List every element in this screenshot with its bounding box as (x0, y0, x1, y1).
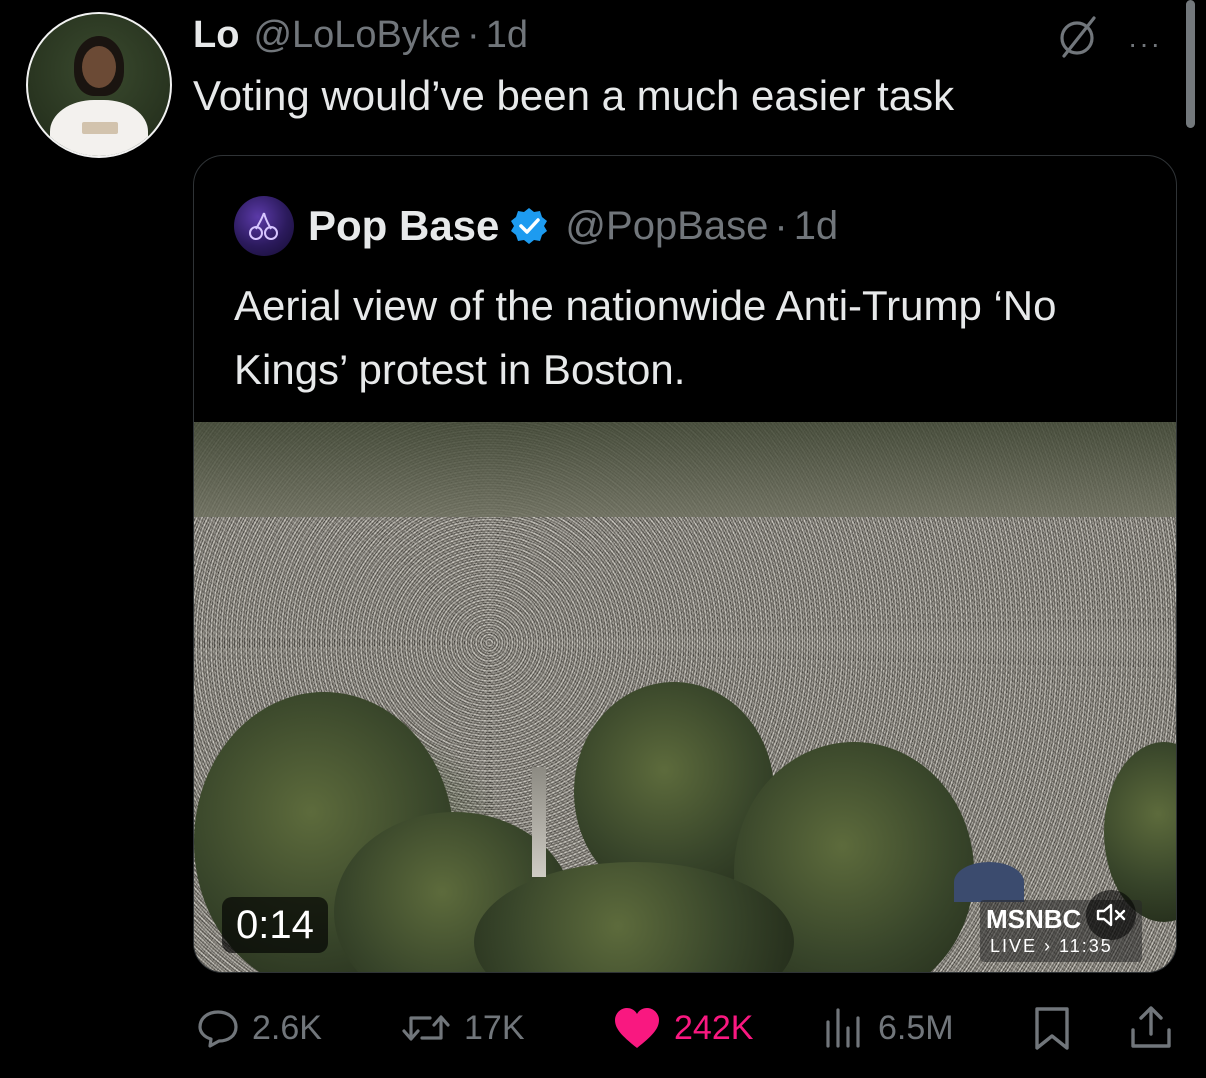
reply-button[interactable]: 2.6K (196, 1000, 322, 1056)
video-duration: 0:14 (222, 897, 328, 953)
video-monument (532, 767, 546, 877)
author-avatar[interactable] (26, 12, 172, 158)
like-button[interactable]: 242K (612, 1000, 753, 1056)
video-player[interactable]: 0:14 MSNBC LIVE › 11:35 (194, 422, 1176, 972)
reply-bubble-icon (198, 1010, 238, 1048)
grok-slash-icon[interactable] (1052, 12, 1102, 62)
broadcast-logo: MSNBC (986, 904, 1082, 934)
bookmark-icon[interactable] (1032, 1006, 1072, 1052)
scrollbar[interactable] (1186, 0, 1195, 128)
more-horizontal-icon[interactable]: ··· (1128, 28, 1162, 60)
like-count: 242K (674, 1008, 754, 1047)
video-bandstand (954, 862, 1024, 902)
tweet-header: Lo @LoLoByke · 1d (193, 10, 528, 60)
avatar-shirt-print (82, 122, 118, 134)
repost-count: 17K (464, 1008, 525, 1047)
quote-author-avatar[interactable] (234, 196, 294, 256)
tweet-text: Voting would’ve been a much easier task (193, 72, 955, 119)
header-separator: · (467, 13, 480, 56)
quote-time[interactable]: 1d (794, 204, 839, 249)
quote-author-handle[interactable]: @PopBase (565, 204, 768, 249)
views-button[interactable]: 6.5M (822, 1000, 954, 1056)
repost-icon (402, 1015, 450, 1041)
action-bar: 2.6K 17K 242K 6.5M (0, 1000, 1206, 1056)
mute-button[interactable] (1086, 890, 1136, 940)
heart-filled-icon (615, 1008, 659, 1048)
avatar-face (82, 46, 116, 88)
share-upload-icon[interactable] (1128, 1004, 1174, 1050)
quote-separator: · (774, 203, 788, 248)
tweet-time[interactable]: 1d (486, 14, 528, 57)
broadcast-live: LIVE › 11:35 (990, 936, 1113, 956)
verified-badge-icon (511, 208, 548, 244)
views-bar-chart-icon (826, 1008, 860, 1048)
author-name[interactable]: Lo (193, 14, 239, 57)
reply-count: 2.6K (252, 1008, 322, 1047)
repost-button[interactable]: 17K (400, 1000, 525, 1056)
cherry-logo-icon (249, 212, 278, 240)
quote-tweet[interactable]: Pop Base @PopBase · 1d Aerial view of th… (193, 155, 1177, 973)
speaker-muted-icon (1096, 903, 1126, 927)
video-treeline (194, 422, 1176, 517)
quote-text: Aerial view of the nationwide Anti-Trump… (234, 282, 1057, 393)
quote-author-name[interactable]: Pop Base (308, 202, 499, 250)
author-handle[interactable]: @LoLoByke (253, 14, 461, 57)
quote-header: Pop Base @PopBase · 1d (308, 201, 838, 251)
views-count: 6.5M (878, 1008, 954, 1047)
